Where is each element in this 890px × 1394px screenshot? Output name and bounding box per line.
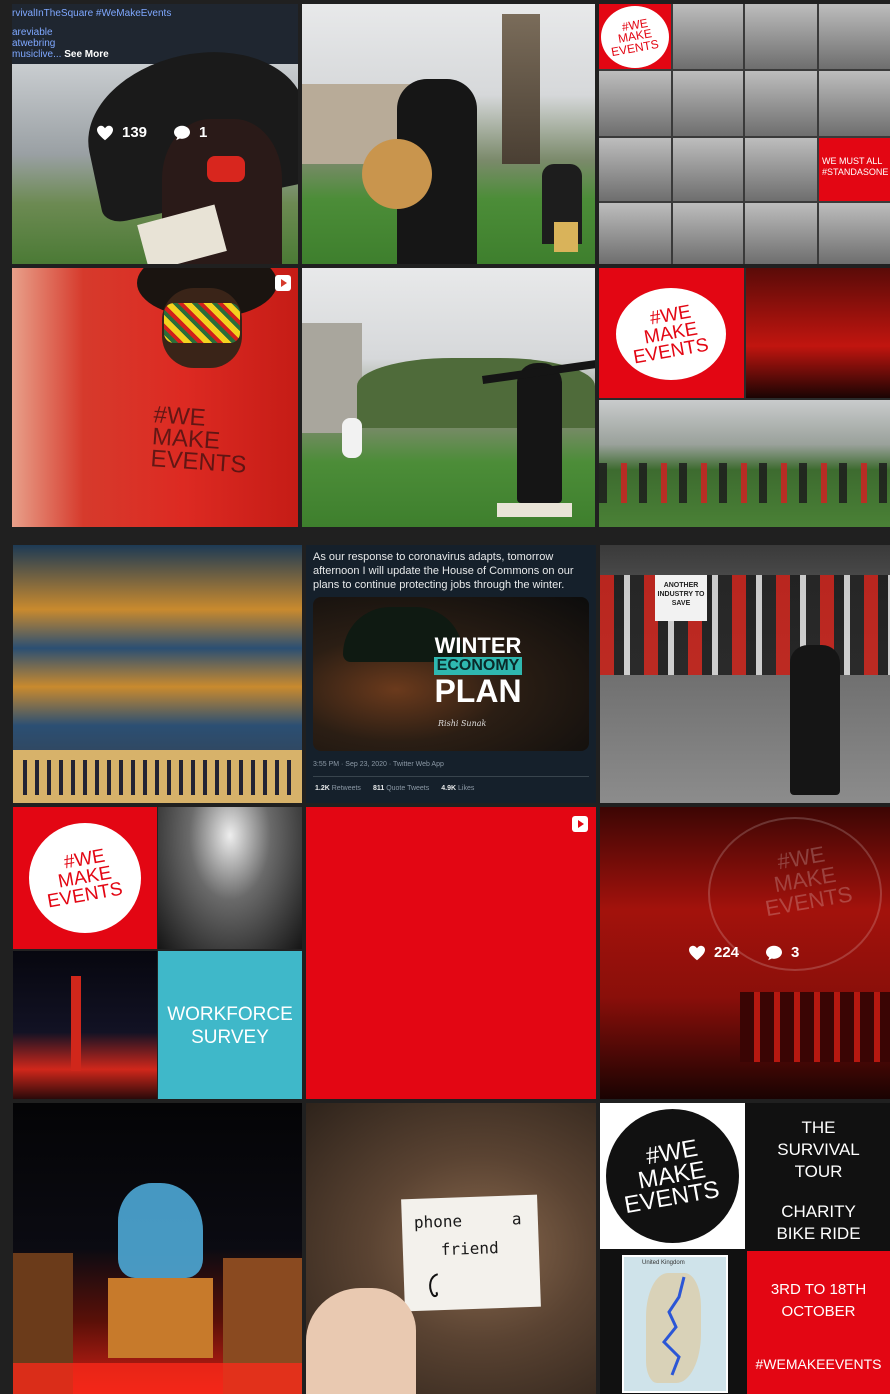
post-standasone-collage[interactable]: WE MUST ALL #STANDASONE #WE MAKE EVENTS <box>599 4 890 264</box>
floor-mat <box>497 503 572 517</box>
post-red-hoodie[interactable]: #WE MAKE EVENTS <box>12 268 298 527</box>
collage-cell <box>819 203 890 264</box>
stamp-text: #WE MAKE EVENTS <box>763 841 855 922</box>
dates-cell: 3RD TO 18TH OCTOBER #WEMAKEEVENTS <box>747 1251 890 1394</box>
tower-shape <box>502 14 540 164</box>
collage-cell <box>745 4 817 69</box>
red-lights <box>13 1363 302 1394</box>
tweet-engagement: 1.2K Retweets 811 Quote Tweets 4.9K Like… <box>315 785 474 792</box>
tweet-text: As our response to coronavirus adapts, t… <box>313 551 574 591</box>
likes-count: 224 <box>688 944 739 961</box>
umbrella-photo: 139 1 <box>12 32 298 264</box>
retweets-stat[interactable]: 1.2K Retweets <box>315 785 361 792</box>
collage-cell <box>673 71 743 136</box>
map-cell: United Kingdom <box>600 1251 745 1394</box>
likes-stat[interactable]: 4.9K Likes <box>441 785 474 792</box>
survey-title: WORKFORCE SURVEY <box>167 1004 293 1048</box>
quotes-stat[interactable]: 811 Quote Tweets <box>373 785 429 792</box>
video-icon <box>572 816 588 832</box>
bw-concert-cell <box>158 807 302 949</box>
tweet-meta: 3:55 PM · Sep 23, 2020 · Twitter Web App <box>313 761 444 768</box>
post-red-alert-collage[interactable]: #WE MAKE EVENTS <box>599 268 890 527</box>
comment-bubble-icon <box>766 945 783 960</box>
crowd-top <box>600 575 890 675</box>
likes-count: 139 <box>96 124 147 141</box>
collage-cell <box>673 138 743 201</box>
small-dancer <box>342 418 362 458</box>
tweet-image: WINTER ECONOMY PLAN Rishi Sunak <box>313 597 589 751</box>
hoodie-print: #WE MAKE EVENTS <box>149 401 248 479</box>
collage-cell <box>599 203 671 264</box>
post-dancers[interactable] <box>302 268 595 527</box>
collage-cell <box>673 4 743 69</box>
post-red-video[interactable] <box>306 807 596 1099</box>
post-guitarist[interactable] <box>302 4 595 264</box>
we-make-events-logo: #WE MAKE EVENTS <box>29 823 141 933</box>
post-protest-crowd[interactable]: ANOTHER INDUSTRY TO SAVE <box>600 545 890 803</box>
collage-cell <box>745 71 817 136</box>
red-lit-building <box>746 268 890 398</box>
we-make-events-logo: #WE MAKE EVENTS <box>606 1109 739 1243</box>
hand-shape <box>306 1288 416 1394</box>
we-make-events-logo: #WE MAKE EVENTS <box>616 288 726 380</box>
statue-pedestal <box>108 1278 213 1358</box>
we-make-events-logo: #WE MAKE EVENTS <box>601 6 669 68</box>
heart-icon <box>689 945 705 960</box>
abbey-shape <box>302 323 362 433</box>
post-survival-tour[interactable]: #WE MAKE EVENTS THE SURVIVAL TOUR CHARITY … <box>600 1103 890 1394</box>
crowd-people <box>599 463 890 503</box>
post-statue-night[interactable] <box>13 1103 302 1394</box>
protest-sign: ANOTHER INDUSTRY TO SAVE <box>655 575 707 621</box>
post-tweet-winter-plan[interactable]: As our response to coronavirus adapts, t… <box>306 545 596 803</box>
post-phone-a-friend[interactable]: phone a friend <box>306 1103 596 1394</box>
red-mask <box>207 156 245 182</box>
comments-count: 3 <box>765 944 799 961</box>
post-stats: 224 3 <box>688 944 799 961</box>
standasone-banner: WE MUST ALL #STANDASONE <box>819 138 890 201</box>
collage-cell <box>819 4 890 69</box>
comment-bubble-icon <box>174 125 191 140</box>
section-divider <box>0 531 890 543</box>
video-icon <box>275 275 291 291</box>
post-workforce-survey[interactable]: #WE MAKE EVENTS WORKFORCE SURVEY <box>13 807 302 1099</box>
telephone-icon <box>429 1273 439 1298</box>
collage-cell <box>673 203 743 264</box>
patterned-mask <box>164 303 240 343</box>
cajon-box <box>554 222 578 252</box>
post-red-alert-building[interactable]: #WE MAKE EVENTS 224 3 <box>600 807 890 1099</box>
post-umbrella-woman[interactable]: rvivalInTheSquare #WeMakeEvents areviabl… <box>12 4 298 264</box>
uk-map: United Kingdom <box>622 1255 728 1393</box>
winter-plan-title: WINTER ECONOMY PLAN <box>433 633 523 709</box>
route-line <box>661 1276 686 1376</box>
equestrian-statue <box>118 1183 203 1278</box>
tour-title-cell: THE SURVIVAL TOUR CHARITY BIKE RIDE <box>747 1103 890 1249</box>
guitar-shape <box>362 139 432 209</box>
orchestra-chairs <box>23 760 293 795</box>
columns-shape <box>740 992 890 1062</box>
collage-cell <box>745 138 817 201</box>
heart-icon <box>97 125 113 140</box>
tower-shape <box>71 976 81 1071</box>
dancer-figure <box>517 363 562 503</box>
post-stats: 139 1 <box>96 124 207 141</box>
collage-cell <box>819 71 890 136</box>
signature: Rishi Sunak <box>438 719 487 728</box>
tweet-divider <box>313 776 589 777</box>
night-skyline-cell <box>13 951 157 1099</box>
see-more-link[interactable]: See More <box>64 49 108 60</box>
collage-cell <box>599 71 671 136</box>
collage-cell <box>745 203 817 264</box>
paper-note: phone a friend <box>401 1194 541 1312</box>
collage-cell <box>599 138 671 201</box>
post-concert-hall[interactable] <box>13 545 302 803</box>
speaker-figure <box>790 645 840 795</box>
post-caption: rvivalInTheSquare #WeMakeEvents areviabl… <box>12 8 172 60</box>
comments-count: 1 <box>173 124 207 141</box>
